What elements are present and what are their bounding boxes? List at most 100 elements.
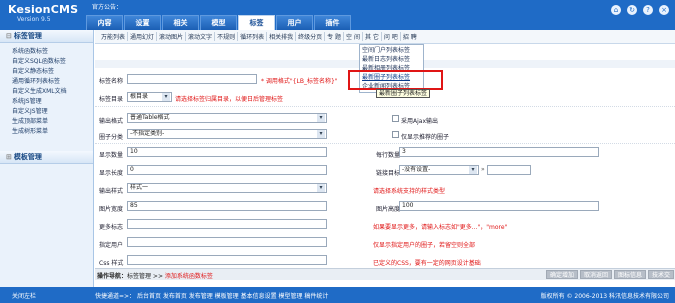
circle-category-select[interactable]: -不指定类别- [127, 129, 327, 139]
toolbar-item[interactable]: 滚动文字 [186, 32, 216, 41]
header-icons: ⌂ ↻ ? × [611, 5, 669, 15]
display-count-label: 显示数量 [99, 152, 124, 159]
divider [95, 106, 675, 107]
sidebar-section-label: 模板管理 [13, 153, 42, 161]
toolbar-item[interactable]: 问 吧 [382, 32, 401, 41]
home-icon[interactable]: ⌂ [611, 5, 621, 15]
sidebar-item[interactable]: 系统JS管理 [12, 97, 93, 107]
tag-dir-select[interactable]: 根目录 [127, 92, 172, 102]
close-left-panel-link[interactable]: 关闭左栏 [12, 291, 36, 300]
tag-name-label: 标签名称 [99, 78, 124, 85]
toolbar-item[interactable]: 通用幻灯 [128, 32, 158, 41]
sidebar-item[interactable]: 自定义生成XML文档 [12, 87, 93, 97]
menu-item-space-portal[interactable]: 空间门户列表标签 [360, 46, 423, 55]
output-style-select[interactable]: 样式一 [127, 183, 327, 193]
toolbar-item[interactable]: 相关排我 [267, 32, 297, 41]
tag-dir-label: 标签目录 [99, 96, 124, 103]
tech-support-button[interactable]: 技术交 [647, 270, 674, 279]
ajax-checkbox[interactable] [392, 115, 399, 122]
css-style-input[interactable] [127, 255, 327, 265]
breadcrumb-path[interactable]: 标签管理 >> [127, 273, 165, 280]
output-format-label: 输出格式 [99, 118, 124, 125]
announcement-label: 官方公告： [92, 4, 123, 11]
breadcrumb-current: 添加系统函数标签 [164, 273, 213, 280]
sidebar-item[interactable]: 自定义静态标签 [12, 67, 93, 77]
toolbar-item[interactable]: 招 聘 [401, 32, 419, 41]
toolbar-item[interactable]: 循环列表 [238, 32, 268, 41]
output-format-select[interactable]: 普通Table格式 [127, 113, 327, 123]
menu-tooltip: 最新圈子列表标签 [376, 89, 431, 98]
sidebar-item[interactable]: 自定义JS管理 [12, 107, 93, 117]
operation-bar: 操作导航：标签管理 >> 添加系统函数标签 确定增加 取消返回 图标信息 技术交 [95, 268, 675, 280]
sidebar-section-label: 标签管理 [13, 32, 42, 40]
display-length-label: 显示长度 [99, 170, 124, 177]
link-target-arrow: » [481, 166, 485, 173]
exit-icon[interactable]: × [659, 5, 669, 15]
sidebar-section-tags[interactable]: ⊟ 标签管理 [0, 30, 93, 43]
tab-plugins[interactable]: 插件 [314, 15, 351, 30]
menu-item-latest-blog[interactable]: 最新日志列表标签 [360, 55, 423, 64]
toolbar-item[interactable]: 滚动图片 [157, 32, 187, 41]
specified-user-label: 指定用户 [99, 242, 124, 249]
image-height-label: 图片高度 [376, 206, 401, 213]
recommend-checkbox[interactable] [392, 131, 399, 138]
toolbar-item[interactable]: 其 它 [363, 32, 382, 41]
tab-tags[interactable]: 标签 [238, 15, 275, 30]
main-nav: 内容 设置 相关 模型 标签 用户 插件 [86, 15, 352, 30]
tab-model[interactable]: 模型 [200, 15, 237, 30]
sidebar-item[interactable]: 系统函数标签 [12, 47, 93, 57]
tag-type-toolbar: 万能列表 通用幻灯 滚动图片 滚动文字 不规则 循环列表 相关排我 终级分页 专… [95, 30, 675, 44]
sidebar-item[interactable]: 生成顶部菜单 [12, 117, 93, 127]
css-style-hint: 已定义的CSS，要有一定的网页设计基础 [373, 260, 481, 267]
sidebar-section-templates[interactable]: ⊞ 模板管理 [0, 151, 93, 164]
css-style-label: Css 样式 [99, 260, 124, 267]
tab-users[interactable]: 用户 [276, 15, 313, 30]
display-count-input[interactable]: 10 [127, 147, 327, 157]
confirm-add-button[interactable]: 确定增加 [545, 270, 578, 279]
cancel-return-button[interactable]: 取消返回 [579, 270, 612, 279]
help-icon[interactable]: ? [643, 5, 653, 15]
tag-name-hint: * 调用格式"{LB_标签名称}" [261, 78, 338, 85]
divider [95, 143, 675, 144]
icon-info-button[interactable]: 图标信息 [613, 270, 646, 279]
more-link-input[interactable] [127, 219, 327, 229]
tab-related[interactable]: 相关 [162, 15, 199, 30]
recommend-label: 仅显示推荐的圈子 [401, 134, 450, 141]
breadcrumb: 操作导航：标签管理 >> 添加系统函数标签 [97, 271, 213, 280]
toolbar-item-space[interactable]: 空 间 [344, 32, 363, 41]
copyright: 版权所有 © 2006-2013 科汛信息技术有限公司 [540, 293, 669, 300]
link-target-custom-input[interactable] [487, 165, 531, 175]
ajax-label: 采用Ajax输出 [401, 118, 438, 125]
refresh-icon[interactable]: ↻ [627, 5, 637, 15]
image-width-input[interactable]: 85 [127, 201, 327, 211]
sidebar-item[interactable]: 自定义SQL函数标签 [12, 57, 93, 67]
image-height-input[interactable]: 100 [399, 201, 599, 211]
action-buttons: 确定增加 取消返回 图标信息 技术交 [545, 270, 674, 279]
per-row-label: 每行数量 [376, 152, 401, 159]
specified-user-input[interactable] [127, 237, 327, 247]
toolbar-item[interactable]: 万能列表 [99, 32, 129, 41]
link-target-label: 链接目标 [376, 170, 401, 177]
link-target-select[interactable]: -没有设置- [399, 165, 479, 175]
toolbar-item[interactable]: 终级分页 [296, 32, 326, 41]
quick-links[interactable]: 快捷通道=>： 后台首页 发布首页 发布管理 模板管理 基本信息设置 模型管理 … [95, 291, 328, 300]
version-label: Version 9.5 [17, 16, 51, 23]
collapse-icon: ⊟ [6, 32, 12, 40]
logo: KesionCMS [8, 3, 79, 16]
tag-name-input[interactable] [127, 74, 257, 84]
tag-dir-hint: 请选择标签归属目录，以便日后管理标签 [175, 96, 284, 103]
toolbar-item[interactable]: 不规则 [215, 32, 239, 41]
more-link-label: 更多标志 [99, 224, 124, 231]
sidebar-item[interactable]: 生成树形菜单 [12, 127, 93, 137]
specified-user-hint: 仅显示指定用户的圈子，若留空则全部 [373, 242, 476, 249]
breadcrumb-prefix: 操作导航： [97, 273, 128, 280]
toolbar-item[interactable]: 专 题 [325, 32, 345, 41]
highlight-box [348, 70, 443, 90]
tab-settings[interactable]: 设置 [124, 15, 161, 30]
display-length-input[interactable]: 0 [127, 165, 327, 175]
per-row-input[interactable]: 3 [399, 147, 599, 157]
tab-content[interactable]: 内容 [86, 15, 123, 30]
more-link-hint: 如果要显示更多，请输入标志如"更多..."，"more" [373, 224, 508, 231]
top-header: KesionCMS Version 9.5 官方公告： 内容 设置 相关 模型 … [0, 0, 675, 30]
sidebar-item[interactable]: 通用循环列表标签 [12, 77, 93, 87]
